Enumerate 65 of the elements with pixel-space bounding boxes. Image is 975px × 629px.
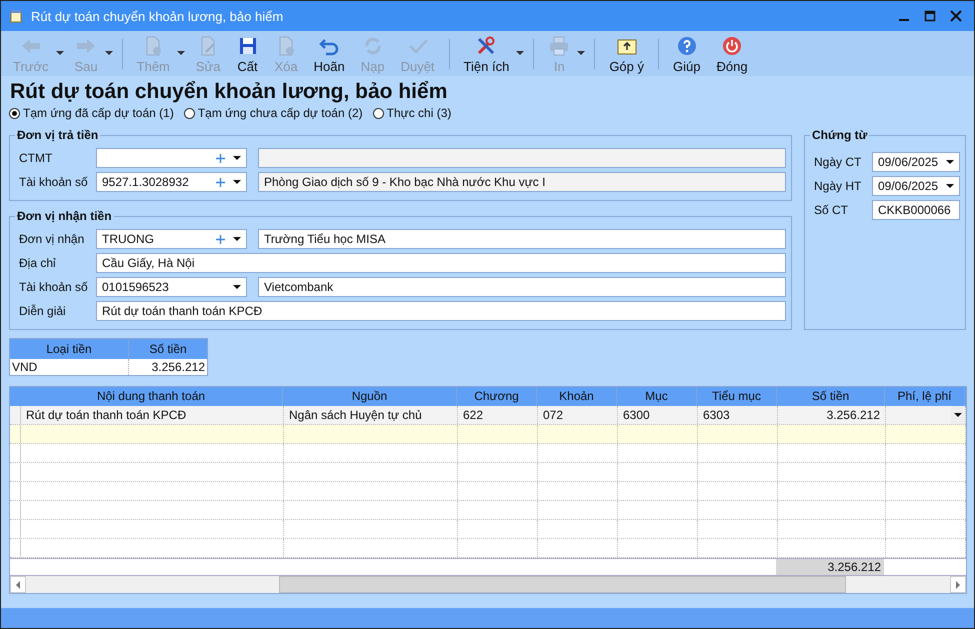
radio-button[interactable] [184, 108, 195, 118]
field-label: Diễn giải [19, 304, 67, 318]
combo-field[interactable]: 0101596523 [96, 277, 247, 297]
tools-icon [475, 35, 498, 57]
date-field[interactable]: 09/06/2025 [872, 152, 960, 172]
field-label: Ngày CT [814, 155, 862, 169]
section-title: Chứng từ [811, 128, 868, 142]
table-cell: VND [10, 359, 128, 376]
feedback-button[interactable]: Góp ý [601, 33, 652, 74]
horizontal-scrollbar[interactable] [10, 575, 966, 593]
field-label: CTMT [19, 151, 54, 165]
save-button[interactable]: Cất [228, 33, 266, 74]
combo-field[interactable]: TRUONG [96, 229, 247, 249]
name-field[interactable]: Vietcombank [258, 277, 786, 297]
table-cell: 3.256.212 [778, 406, 886, 424]
notepad-icon [9, 9, 23, 23]
radio-label[interactable]: Tạm ứng chưa cấp dự toán (2) [198, 106, 363, 120]
field-label: Tài khoản số [19, 280, 85, 294]
maximize-icon[interactable] [924, 10, 936, 22]
tools-button[interactable]: Tiện ích [456, 33, 528, 74]
column-header: Loại tiền [10, 338, 128, 359]
table-cell: 622 [458, 406, 538, 424]
name-field[interactable]: Phòng Giao dịch số 9 - Kho bạc Nhà nước Khu vực I [258, 172, 786, 192]
table-cell: 6300 [618, 406, 698, 424]
help-button[interactable]: Giúp [665, 33, 708, 74]
name-field[interactable] [258, 148, 786, 168]
table-cell: Ngân sách Huyện tự chủ [284, 406, 458, 424]
field-label: Đơn vị nhận [19, 232, 85, 246]
combo-field[interactable] [96, 148, 247, 168]
scroll-right-icon[interactable] [950, 576, 966, 593]
column-header: Số tiền [128, 338, 208, 359]
help-icon [676, 35, 698, 57]
table-cell: 072 [538, 406, 618, 424]
radio-button[interactable] [372, 108, 384, 118]
date-field[interactable]: 09/06/2025 [872, 176, 960, 196]
undo-button[interactable]: Hoãn [306, 33, 353, 74]
window-title: Rút dự toán chuyển khoản lương, bảo hiểm [31, 8, 284, 24]
radio-label[interactable]: Tạm ứng đã cấp dự toán (1) [23, 106, 174, 120]
name-field[interactable]: Trường Tiểu học MISA [258, 229, 786, 249]
radio-button[interactable] [9, 108, 20, 118]
field-label: Ngày HT [814, 179, 862, 193]
field-label: Số CT [814, 203, 850, 217]
scroll-left-icon[interactable] [10, 576, 26, 593]
combo-field[interactable]: 9527.1.3028932 [96, 172, 247, 192]
power-icon [721, 35, 743, 57]
table-cell: 6303 [698, 406, 778, 424]
total-cell: 3.256.212 [776, 559, 884, 575]
radio-label[interactable]: Thực chi (3) [386, 106, 452, 120]
text-field[interactable]: Cầu Giấy, Hà Nội [96, 253, 786, 273]
field-label: Địa chỉ [19, 256, 57, 270]
plus-icon[interactable] [216, 234, 225, 244]
close-button[interactable]: Đóng [708, 33, 756, 74]
field-label: Tài khoản số [19, 175, 85, 189]
close-icon[interactable] [950, 10, 962, 22]
section-title: Đơn vị nhận tiền [16, 209, 113, 223]
section-title: Đơn vị trả tiền [16, 128, 100, 142]
text-field[interactable]: CKKB000066 [872, 200, 960, 220]
table-cell: 3.256.212 [128, 359, 208, 376]
form-heading: Rút dự toán chuyển khoản lương, bảo hiểm [10, 79, 448, 105]
plus-icon[interactable] [216, 154, 225, 162]
printer-icon [548, 35, 570, 57]
plus-icon[interactable] [216, 178, 225, 186]
table-cell: Rút dự toán thanh toán KPCĐ [21, 406, 284, 424]
dropdown-icon[interactable] [951, 406, 965, 424]
text-field[interactable]: Rút dự toán thanh toán KPCĐ [96, 301, 786, 321]
